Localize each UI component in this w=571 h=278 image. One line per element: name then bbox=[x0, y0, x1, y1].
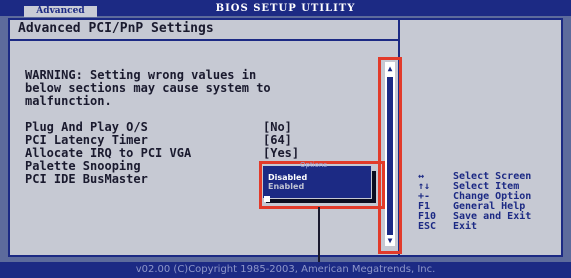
option-enabled[interactable]: Enabled bbox=[268, 182, 304, 191]
scroll-up-arrow-icon[interactable]: ▲ bbox=[385, 64, 395, 74]
callout-line bbox=[318, 207, 320, 270]
panel-heading: Advanced PCI/PnP Settings bbox=[18, 21, 214, 36]
tab-advanced[interactable]: Advanced bbox=[24, 6, 97, 17]
options-popup-title: Options bbox=[300, 161, 328, 169]
help-desc-exit: Exit bbox=[453, 221, 478, 232]
help-key-exit: ESC bbox=[418, 221, 437, 232]
scrollbar-thumb[interactable] bbox=[387, 77, 393, 235]
setting-pci-ide-busmaster[interactable]: PCI IDE BusMaster bbox=[25, 173, 148, 186]
value-allocate-irq-vga[interactable]: [Yes] bbox=[263, 147, 299, 160]
cursor-block bbox=[264, 196, 270, 202]
warning-line-3: malfunction. bbox=[25, 94, 112, 108]
option-disabled[interactable]: Disabled bbox=[268, 173, 308, 182]
scroll-down-arrow-icon[interactable]: ▼ bbox=[385, 236, 395, 246]
heading-divider bbox=[8, 39, 400, 41]
footer-copyright: v02.00 (C)Copyright 1985-2003, American … bbox=[135, 264, 436, 275]
